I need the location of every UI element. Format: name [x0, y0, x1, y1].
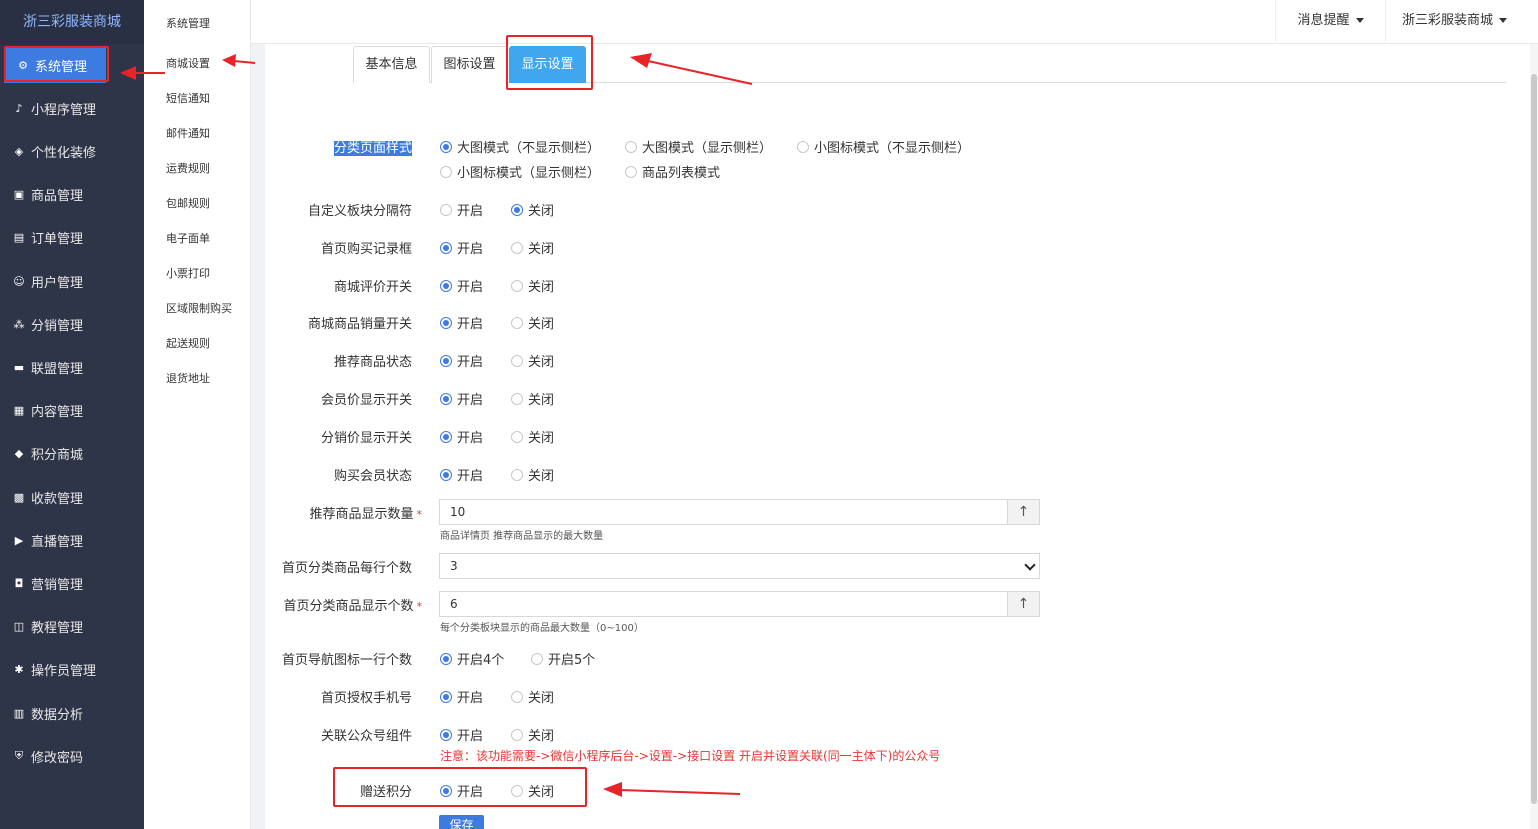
annotation-arrows [120, 53, 753, 797]
arrow-left-icon [120, 66, 165, 80]
arrow-left-icon [630, 53, 753, 85]
arrow-left-icon [603, 782, 741, 797]
arrow-left-icon [222, 54, 256, 67]
